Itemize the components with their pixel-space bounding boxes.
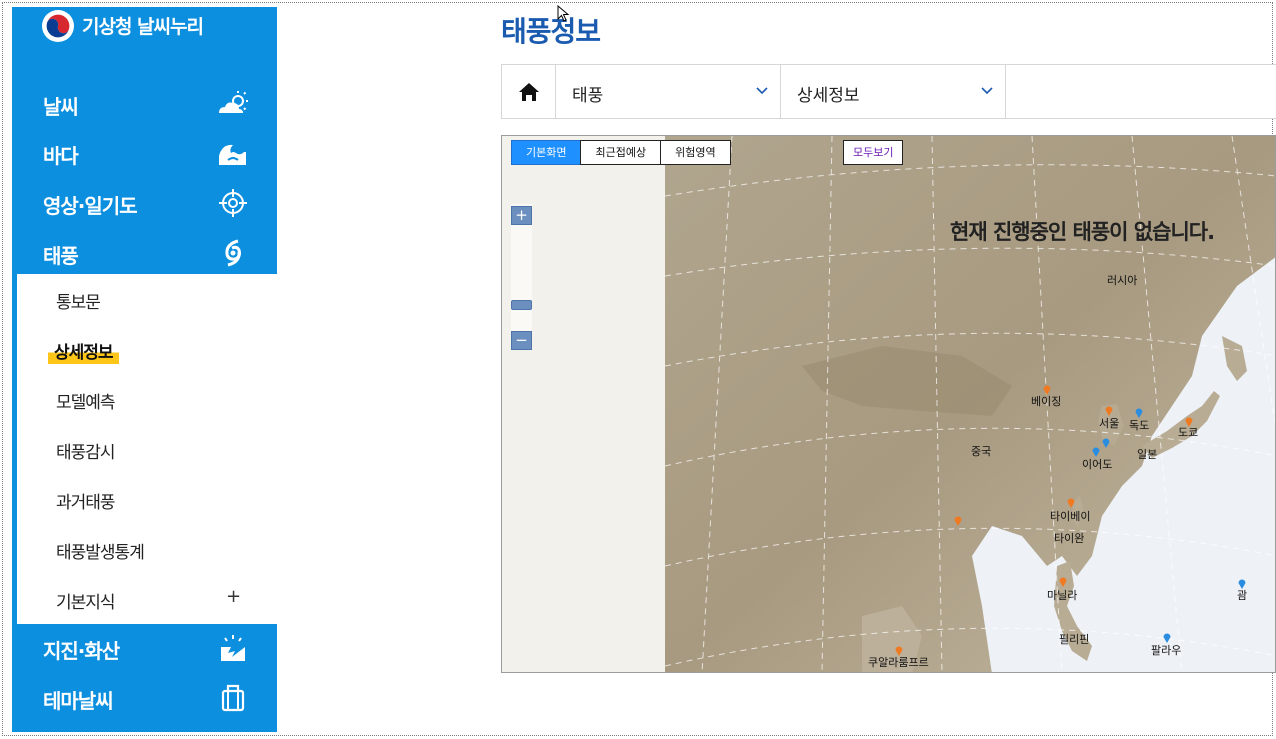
point-pin-icon[interactable] — [1163, 633, 1171, 643]
wave-icon — [219, 144, 246, 165]
map-label-japan: 일본 — [1137, 448, 1158, 461]
nav-item-satellite-chart[interactable]: 영상·일기도 — [12, 179, 277, 229]
typhoon-submenu: 통보문 상세정보 모델예측 태풍감시 과거태풍 태풍발생통계 기본지식 + — [12, 274, 277, 624]
brand-name: 기상청 날씨누리 — [82, 16, 204, 38]
view-all-button[interactable]: 모두보기 — [843, 140, 904, 165]
submenu-item-label: 태풍발생통계 — [56, 543, 145, 563]
breadcrumb-level2-label: 상세정보 — [797, 86, 860, 106]
map-label-russia: 러시아 — [1107, 274, 1138, 287]
submenu-item-detail[interactable]: 상세정보 — [17, 324, 277, 374]
breadcrumb-level1-label: 태풍 — [572, 86, 604, 106]
submenu-item-label: 기본지식 — [56, 593, 116, 613]
typhoon-map[interactable]: 기본화면 최근접예상 위험영역 모두보기 + − 현재 진행중인 태풍이 없습니… — [501, 135, 1276, 673]
zoom-slider-track[interactable] — [511, 204, 532, 349]
map-label-kualalumpur: 쿠알라룸프르 — [868, 656, 929, 669]
point-pin-icon[interactable] — [1092, 447, 1100, 457]
map-label-guam: 괌 — [1237, 589, 1248, 602]
typhoon-icon — [225, 239, 241, 267]
cloud-sun-icon — [219, 91, 248, 113]
point-pin-icon[interactable] — [1102, 438, 1110, 448]
submenu-item-label: 태풍감시 — [56, 443, 116, 463]
suitcase-icon — [221, 684, 245, 712]
nav-item-theme-weather[interactable]: 테마날씨 — [12, 674, 277, 724]
point-pin-icon[interactable] — [1135, 408, 1143, 418]
city-pin-icon[interactable] — [1059, 577, 1067, 587]
mouse-cursor-icon — [557, 5, 570, 22]
breadcrumb-level2-dropdown[interactable]: 상세정보 — [781, 65, 1006, 118]
city-pin-icon[interactable] — [1185, 417, 1193, 427]
city-pin-icon[interactable] — [1043, 385, 1051, 395]
map-label-philippines: 필리핀 — [1059, 633, 1090, 646]
home-button[interactable] — [502, 65, 556, 118]
zoom-in-button[interactable]: + — [511, 206, 532, 225]
brand-header[interactable]: 기상청 날씨누리 — [12, 7, 277, 75]
page-title: 태풍정보 — [501, 15, 601, 48]
satellite-target-icon — [219, 189, 247, 217]
nav-item-weather[interactable]: 날씨 — [12, 80, 277, 130]
nav-main-bottom: 지진·화산 테마날씨 — [12, 624, 277, 732]
nav-item-typhoon[interactable]: 태풍 — [12, 229, 277, 279]
map-label-manila: 마닐라 — [1047, 589, 1078, 602]
submenu-item-typhoon-watch[interactable]: 태풍감시 — [17, 424, 277, 474]
map-label-china: 중국 — [971, 445, 992, 458]
city-pin-icon[interactable] — [954, 516, 962, 526]
submenu-item-basic-knowledge[interactable]: 기본지식 + — [17, 574, 277, 624]
map-label-taipei: 타이베이 — [1050, 510, 1091, 523]
nav-main-top: 날씨 바다 영상·일기도 태풍 — [12, 75, 277, 274]
submenu-item-model-forecast[interactable]: 모델예측 — [17, 374, 277, 424]
map-label-beijing: 베이징 — [1031, 395, 1062, 408]
city-pin-icon[interactable] — [1067, 498, 1075, 508]
submenu-item-past-typhoons[interactable]: 과거태풍 — [17, 474, 277, 524]
tab-closest-approach[interactable]: 최근접예상 — [580, 140, 662, 165]
nav-item-label: 바다 — [43, 144, 79, 168]
nav-item-label: 날씨 — [43, 95, 79, 119]
map-label-palau: 팔라우 — [1151, 644, 1182, 657]
sidebar: 기상청 날씨누리 날씨 바다 영상·일기도 태풍 통보문 상세정보 모델예측 태… — [12, 7, 277, 732]
breadcrumb-level1-dropdown[interactable]: 태풍 — [556, 65, 781, 118]
submenu-item-bulletin[interactable]: 통보문 — [17, 274, 277, 324]
map-label-taiwan: 타이완 — [1054, 532, 1085, 545]
submenu-item-label: 상세정보 — [48, 338, 119, 364]
submenu-item-label: 통보문 — [56, 293, 101, 313]
map-label-ieodo: 이어도 — [1082, 458, 1113, 471]
nav-item-label: 영상·일기도 — [43, 194, 138, 218]
earthquake-icon — [221, 635, 245, 661]
taegeuk-logo-icon — [42, 10, 74, 42]
zoom-out-button[interactable]: − — [511, 331, 532, 350]
point-pin-icon[interactable] — [1238, 579, 1246, 589]
nav-item-label: 태풍 — [43, 244, 79, 268]
nav-item-label: 지진·화산 — [43, 639, 120, 663]
chevron-down-icon — [981, 87, 993, 95]
nav-item-sea[interactable]: 바다 — [12, 129, 277, 179]
breadcrumb: 태풍 상세정보 — [501, 64, 1276, 119]
nav-item-label: 테마날씨 — [43, 689, 114, 713]
tab-default-view[interactable]: 기본화면 — [511, 140, 582, 165]
nav-item-earthquake[interactable]: 지진·화산 — [12, 624, 277, 674]
no-typhoon-message: 현재 진행중인 태풍이 없습니다. — [950, 220, 1215, 244]
map-label-dokdo: 독도 — [1129, 419, 1150, 432]
chevron-down-icon — [756, 87, 768, 95]
tab-danger-area[interactable]: 위험영역 — [660, 140, 731, 165]
submenu-item-statistics[interactable]: 태풍발생통계 — [17, 524, 277, 574]
city-pin-icon[interactable] — [895, 646, 903, 656]
city-pin-icon[interactable] — [1105, 406, 1113, 416]
zoom-slider-thumb[interactable] — [511, 300, 532, 310]
submenu-item-label: 과거태풍 — [56, 493, 116, 513]
map-view-tabs: 기본화면 최근접예상 위험영역 — [511, 140, 731, 165]
submenu-item-label: 모델예측 — [56, 393, 116, 413]
expand-icon[interactable]: + — [226, 586, 241, 607]
map-label-seoul: 서울 — [1099, 417, 1120, 430]
home-icon — [519, 83, 539, 101]
